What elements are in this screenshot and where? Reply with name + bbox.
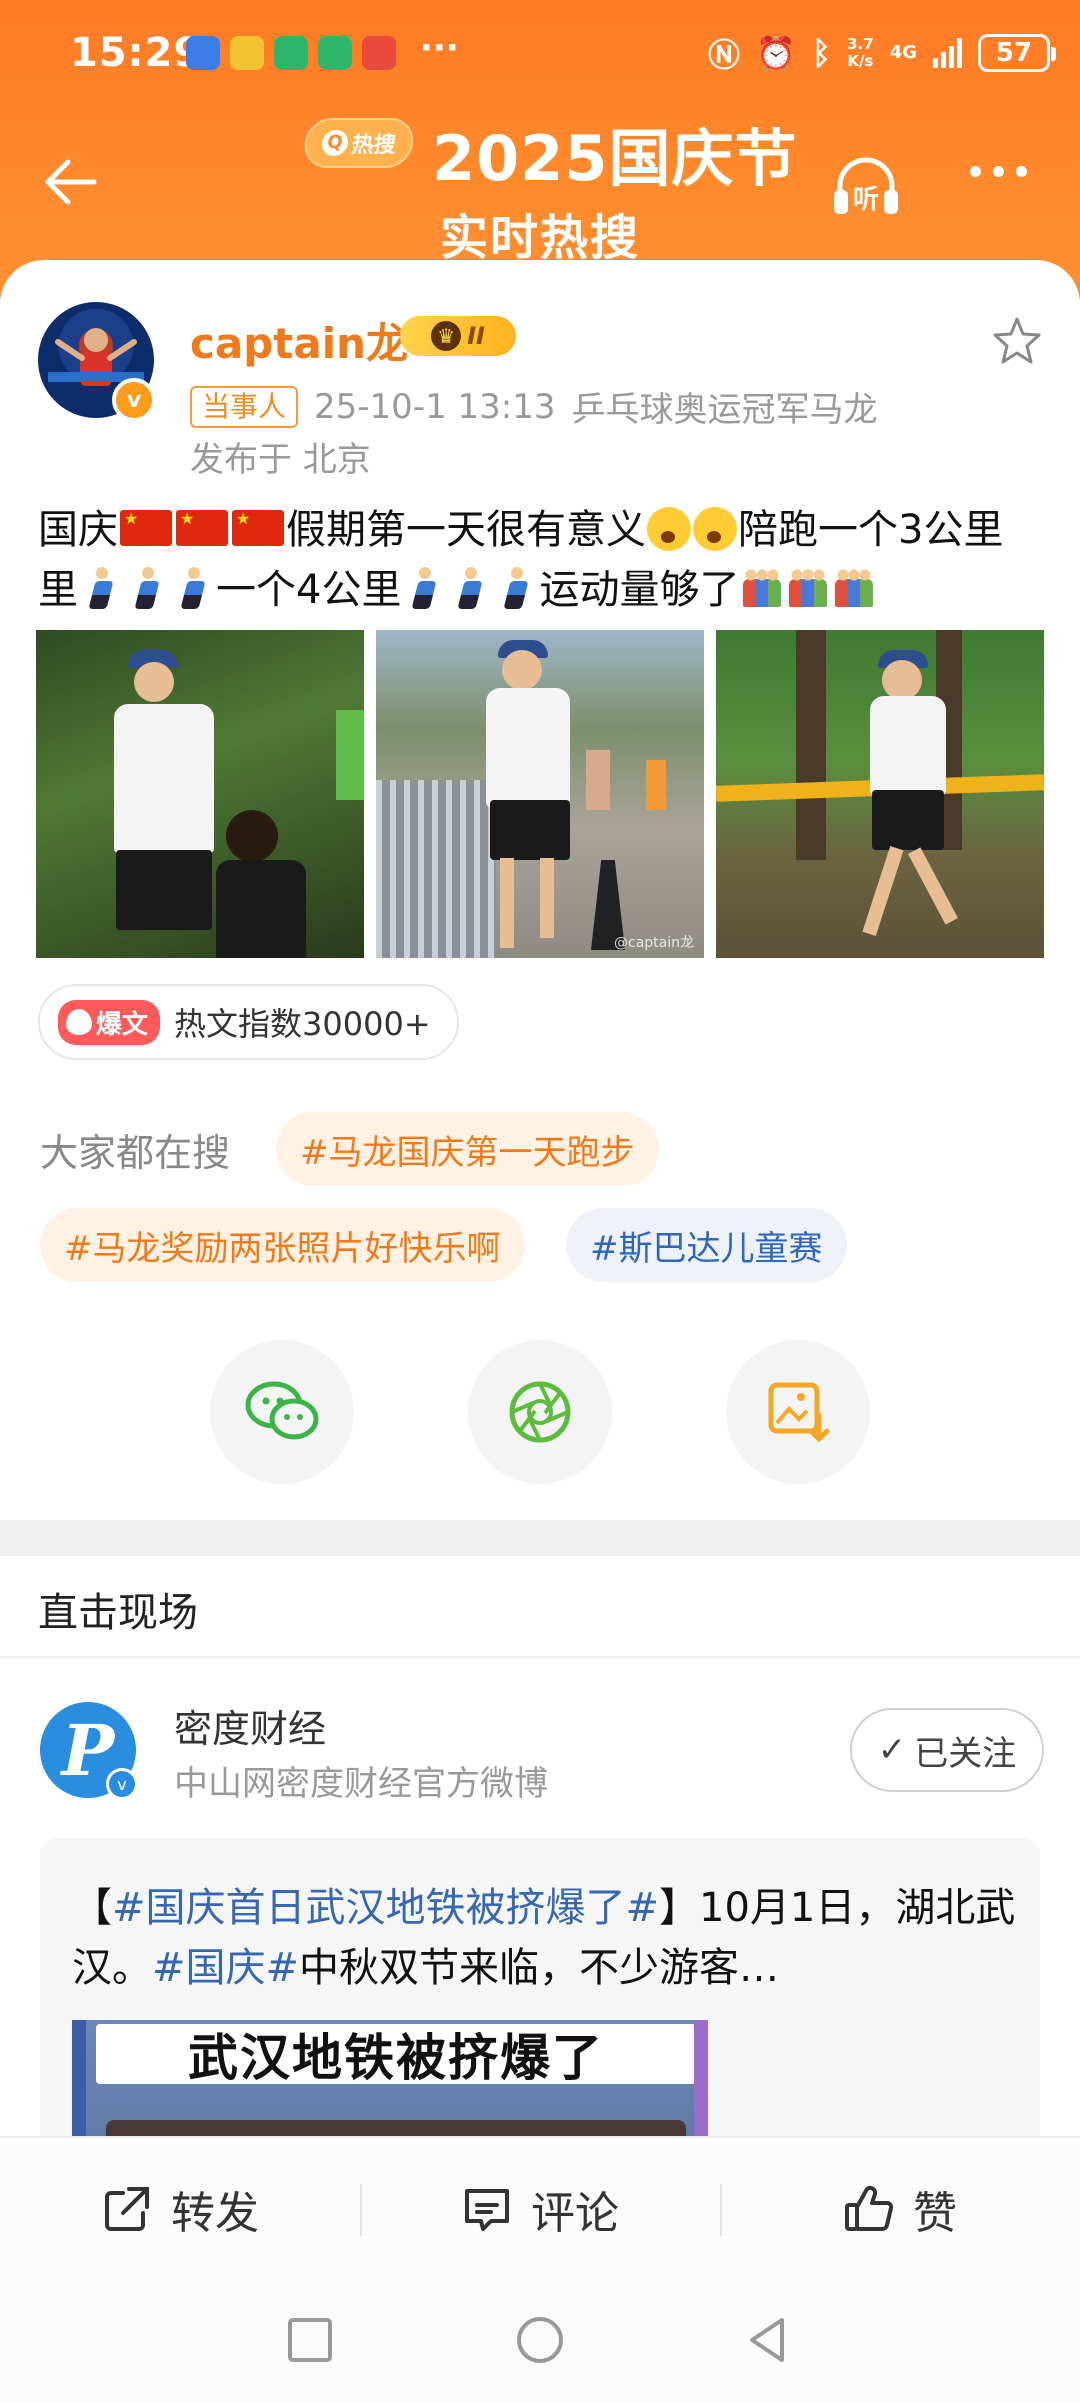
search-tag[interactable]: #斯巴达儿童赛 [566, 1208, 847, 1282]
follow-button[interactable]: ✓ 已关注 [850, 1708, 1044, 1792]
listen-button[interactable]: 听 [826, 146, 906, 226]
post-photo[interactable]: @captain龙 [376, 630, 704, 958]
boom-tag: 爆文 [58, 999, 161, 1045]
china-flag-icon [232, 510, 284, 546]
page-subtitle: 实时热搜 [439, 210, 640, 266]
like-button[interactable]: 赞 [720, 2138, 1080, 2280]
hashtag-link[interactable]: #国庆# [152, 1945, 299, 1991]
status-bar: 15:29 ··· Ⓝ ⏰ ᛒ 3.7 K/s 4G 57 [0, 0, 1080, 110]
moments-share-button[interactable] [468, 1340, 612, 1484]
verified-badge-icon: v [106, 1768, 138, 1800]
search-tag[interactable]: #马龙国庆第一天跑步 [276, 1112, 659, 1186]
more-options-button[interactable] [970, 166, 1027, 177]
post-photo[interactable] [716, 630, 1044, 958]
alarm-icon: ⏰ [756, 34, 796, 72]
author-name[interactable]: captain龙 [190, 310, 408, 371]
favorite-button[interactable] [990, 314, 1044, 368]
battery-icon: 57 [978, 34, 1056, 72]
comment-icon [465, 2189, 509, 2231]
net-type: 4G [889, 42, 917, 63]
system-back-button[interactable] [738, 2310, 798, 2370]
family-icon [787, 569, 829, 609]
headphone-icon: 听 [834, 157, 898, 215]
action-bar: 转发 评论 赞 [0, 2136, 1080, 2280]
section-title: 直击现场 [38, 1590, 198, 1636]
wechat-icon [245, 1381, 319, 1440]
family-icon [833, 569, 875, 609]
save-image-button[interactable] [726, 1340, 870, 1484]
repost-button[interactable]: 转发 [0, 2138, 360, 2280]
star-icon [993, 317, 1041, 364]
post-datetime: 25-10-1 13:13 [314, 386, 556, 427]
runner-icon [128, 565, 166, 613]
hashtag-link[interactable]: #国庆首日武汉地铁被挤爆了# [112, 1885, 659, 1931]
header: 15:29 ··· Ⓝ ⏰ ᛒ 3.7 K/s 4G 57 Q 热搜 2025国… [0, 0, 1080, 300]
search-tag[interactable]: #马龙奖励两张照片好快乐啊 [40, 1208, 525, 1282]
post-photo[interactable] [36, 630, 364, 958]
fire-icon [66, 1009, 92, 1035]
china-flag-icon [176, 510, 228, 546]
section-divider [0, 1520, 1080, 1556]
game-app-icon [230, 36, 264, 70]
post-photos: @captain龙 [36, 630, 1044, 958]
status-time: 15:29 [70, 30, 203, 76]
family-icon [741, 569, 783, 609]
runner-icon [82, 565, 120, 613]
photo-watermark: @captain龙 [614, 935, 694, 951]
status-icons: Ⓝ ⏰ ᛒ 3.7 K/s 4G 57 [708, 30, 1056, 76]
svg-text:听: 听 [853, 185, 879, 215]
recent-apps-button[interactable] [280, 2310, 340, 2370]
more-notifications-indicator: ··· [420, 28, 459, 68]
sports-app-icon [274, 36, 308, 70]
runner-icon [497, 565, 535, 613]
china-flag-icon [120, 510, 172, 546]
post-location: 发布于 北京 [190, 440, 371, 480]
home-button[interactable] [510, 2310, 570, 2370]
check-icon: ✓ [877, 1730, 907, 1770]
runner-icon [451, 565, 489, 613]
calendar-app-icon [186, 36, 220, 70]
thumbnail-title: 武汉地铁被挤爆了 [96, 2024, 694, 2087]
post-meta: 当事人 25-10-1 13:13 乒乓球奥运冠军马龙 [190, 382, 878, 431]
share-row [0, 1340, 1080, 1490]
book-app-icon [362, 36, 396, 70]
post-source: 乒乓球奥运冠军马龙 [571, 390, 878, 430]
post-text[interactable]: 国庆假期第一天很有意义陪跑一个3公里里一个4公里运动量够了 [38, 500, 1048, 620]
verified-badge-icon: v [112, 378, 156, 422]
thumbs-up-icon [845, 2185, 894, 2231]
runner-icon [174, 565, 212, 613]
image-download-icon [768, 1382, 830, 1443]
role-tag: 当事人 [190, 385, 299, 428]
sports-app-icon [318, 36, 352, 70]
circle-icon [517, 2317, 563, 2363]
laughing-face-icon [647, 507, 691, 551]
feed-text: 【#国庆首日武汉地铁被挤爆了#】10月1日，湖北武汉。#国庆#中秋双节来临，不少… [72, 1885, 1016, 1991]
search-icon: Q [320, 130, 350, 156]
battery-level: 57 [995, 38, 1033, 68]
comment-button[interactable]: 评论 [360, 2138, 720, 2280]
notification-icons [186, 36, 396, 70]
vip-badge[interactable]: ♛ II [400, 316, 516, 356]
net-speed: 3.7 K/s [847, 35, 874, 70]
divider [0, 1656, 1080, 1658]
system-nav-bar [0, 2280, 1080, 2403]
feed-author-desc: 中山网密度财经官方微博 [174, 1764, 548, 1804]
hot-search-badge: Q 热搜 [302, 118, 416, 168]
share-icon [105, 2187, 149, 2231]
signal-icon [933, 38, 962, 68]
runner-icon [405, 565, 443, 613]
feed-author-name[interactable]: 密度财经 [174, 1698, 326, 1753]
search-label: 大家都在搜 [40, 1131, 231, 1175]
bluetooth-icon: ᛒ [811, 34, 832, 72]
wechat-share-button[interactable] [210, 1340, 354, 1484]
page-title: 2025国庆节 [432, 122, 798, 195]
hot-index[interactable]: 爆文 热文指数30000+ [38, 984, 459, 1060]
moments-icon [509, 1381, 571, 1443]
crown-icon: ♛ [431, 321, 462, 351]
laughing-face-icon [693, 507, 737, 551]
nfc-icon: Ⓝ [708, 36, 741, 74]
square-icon [288, 2318, 332, 2362]
post-card: v captain龙 ♛ II 当事人 25-10-1 13:13 乒乓球奥运冠… [0, 260, 1080, 1520]
triangle-back-icon [750, 2318, 784, 2362]
